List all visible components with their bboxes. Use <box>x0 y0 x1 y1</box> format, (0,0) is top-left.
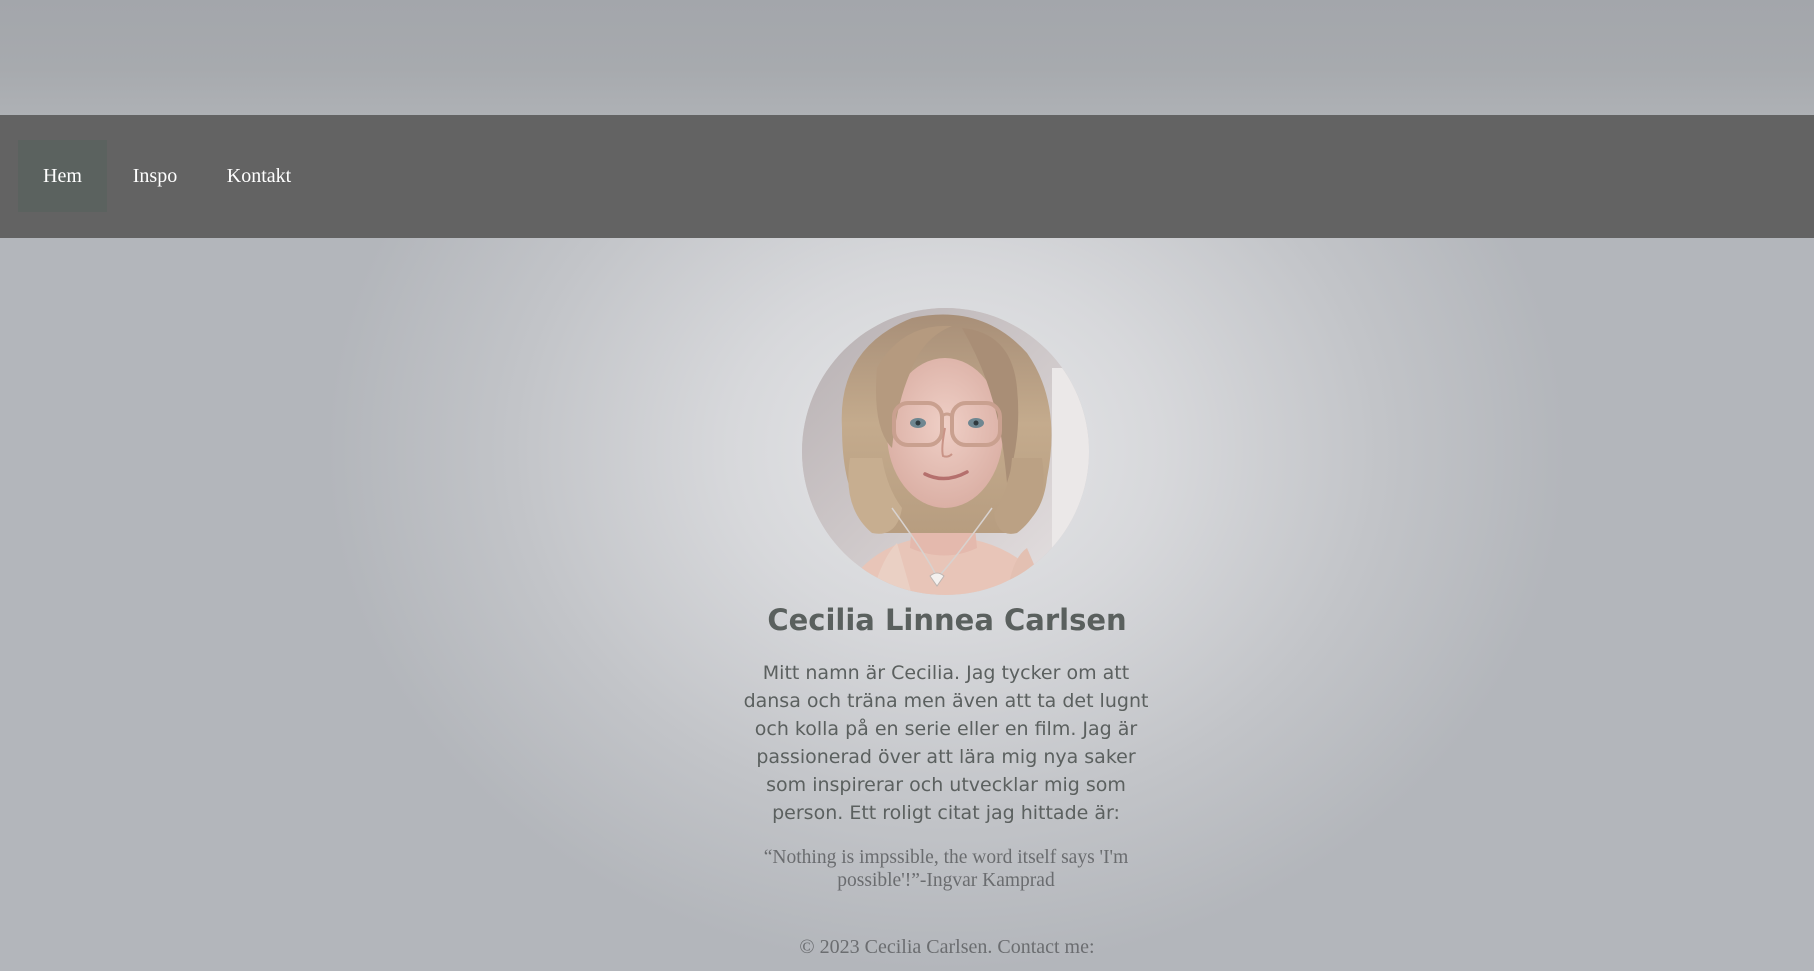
nav-item-hem[interactable]: Hem <box>18 140 107 212</box>
top-banner <box>0 0 1814 115</box>
profile-quote: “Nothing is impssible, the word itself s… <box>763 847 1129 891</box>
nav-item-kontakt[interactable]: Kontakt <box>208 140 310 212</box>
footer-text: © 2023 Cecilia Carlsen. Contact me: <box>799 936 1095 958</box>
nav-item-inspo[interactable]: Inspo <box>114 140 196 212</box>
profile-photo <box>802 308 1089 595</box>
profile-name: Cecilia Linnea Carlsen <box>767 603 1127 637</box>
navbar: Hem Inspo Kontakt <box>0 115 1814 238</box>
profile-bio: Mitt namn är Cecilia. Jag tycker om att … <box>743 662 1149 824</box>
